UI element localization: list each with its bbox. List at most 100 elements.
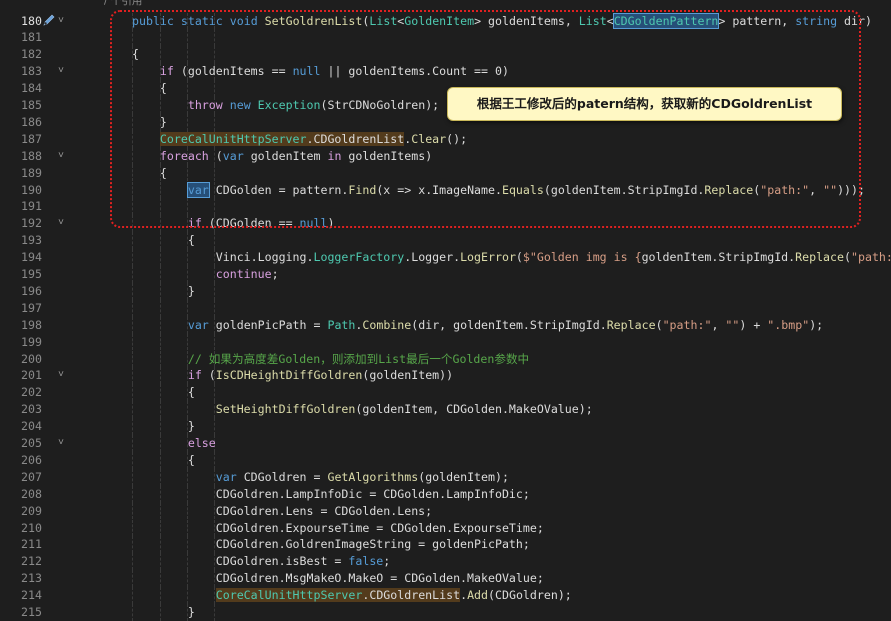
line-number: 192 [21, 216, 42, 231]
indent-guide [132, 333, 133, 351]
code-line[interactable]: 205 ˅ else [0, 435, 891, 452]
indent-guide [132, 198, 133, 216]
line-number: 185 [21, 98, 42, 112]
code-line[interactable]: 198 var goldenPicPath = Path.Combine(dir… [0, 316, 891, 334]
line-number: 182 [21, 47, 42, 62]
code-text[interactable]: if (goldenItems == null || goldenItems.C… [132, 63, 509, 80]
fold-chevron-icon[interactable]: ˅ [56, 435, 66, 452]
indent-guide [214, 333, 215, 351]
code-text[interactable]: continue; [132, 266, 279, 283]
fold-chevron-icon[interactable]: ˅ [56, 148, 66, 165]
code-text[interactable]: CoreCalUnitHttpServer.CDGoldrenList.Clea… [132, 131, 467, 148]
code-text[interactable]: } [132, 283, 195, 300]
code-line[interactable]: 189 { [0, 164, 891, 182]
line-number: 201 [21, 368, 42, 383]
code-line[interactable]: 200 // 如果为高度差Golden，则添加到List最后一个Golden参数… [0, 350, 891, 368]
line-number: 181 [21, 30, 42, 45]
code-line[interactable]: 187 CoreCalUnitHttpServer.CDGoldrenList.… [0, 130, 891, 148]
code-line[interactable]: 213 CDGoldren.MsgMakeO.MakeO = CDGolden.… [0, 570, 891, 588]
code-line[interactable]: 188 ˅ foreach (var goldenItem in goldenIt… [0, 147, 891, 165]
indent-guide [214, 164, 215, 182]
indent-guide [187, 333, 188, 351]
code-line[interactable]: 181 [0, 29, 891, 47]
code-text[interactable]: if (IsCDHeightDiffGoldren(goldenItem)) [132, 367, 453, 384]
indent-guide [214, 232, 215, 250]
code-line[interactable]: 191 [0, 198, 891, 216]
indent-guide [214, 198, 215, 216]
code-text[interactable]: CDGoldren.isBest = false; [132, 553, 391, 570]
code-text[interactable]: SetHeightDiffGoldren(goldenItem, CDGolde… [132, 401, 593, 418]
code-text[interactable]: { [132, 165, 167, 182]
code-text[interactable]: foreach (var goldenItem in goldenItems) [132, 148, 432, 165]
code-text[interactable]: var goldenPicPath = Path.Combine(dir, go… [132, 317, 823, 334]
fold-chevron-icon[interactable]: ˅ [56, 215, 66, 232]
code-line[interactable]: 183 ˅ if (goldenItems == null || goldenIt… [0, 63, 891, 81]
code-line[interactable]: 180 ˅ public static void SetGoldrenList(Li… [0, 12, 891, 30]
code-line[interactable]: 207 var CDGoldren = GetAlgorithms(golden… [0, 468, 891, 486]
code-line[interactable]: 194 Vinci.Logging.LoggerFactory.Logger.L… [0, 249, 891, 266]
code-text[interactable]: if (CDGolden == null) [132, 215, 335, 232]
line-number: 199 [21, 334, 42, 349]
code-line[interactable]: 212 CDGoldren.isBest = false; [0, 553, 891, 571]
code-text[interactable]: } [132, 604, 195, 621]
code-line[interactable]: 206 { [0, 451, 891, 469]
annotation-callout: 根据王工修改后的patern结构，获取新的CDGoldrenList [447, 87, 842, 121]
code-text[interactable]: { [132, 80, 167, 97]
code-text[interactable]: else [132, 435, 216, 452]
code-text[interactable]: var CDGolden = pattern.Find(x => x.Image… [132, 181, 865, 199]
code-text[interactable]: CDGoldren.ExpourseTime = CDGolden.Expour… [132, 520, 544, 537]
code-text[interactable]: public static void SetGoldrenList(List<G… [132, 12, 872, 30]
code-line[interactable]: 203 SetHeightDiffGoldren(goldenItem, CDG… [0, 401, 891, 419]
fold-chevron-icon[interactable]: ˅ [56, 63, 66, 80]
code-line[interactable]: 214 CoreCalUnitHttpServer.CDGoldrenList.… [0, 587, 891, 604]
code-line[interactable]: 190 var CDGolden = pattern.Find(x => x.I… [0, 181, 891, 199]
line-number: 193 [21, 233, 42, 248]
indent-guide [187, 46, 188, 64]
indent-guide [187, 164, 188, 182]
code-text[interactable]: CoreCalUnitHttpServer.CDGoldrenList.Add(… [132, 587, 572, 604]
indent-guide [214, 29, 215, 47]
indent-guide [187, 113, 188, 131]
code-text[interactable]: CDGoldren.MsgMakeO.MakeO = CDGolden.Make… [132, 570, 544, 587]
code-line[interactable]: 208 CDGoldren.LampInfoDic = CDGolden.Lam… [0, 485, 891, 503]
codelens-references[interactable]: / 个引用 [104, 0, 142, 10]
code-line[interactable]: 192 ˅ if (CDGolden == null) [0, 215, 891, 233]
code-line[interactable]: 195 continue; [0, 266, 891, 283]
code-text[interactable]: // 如果为高度差Golden，则添加到List最后一个Golden参数中 [132, 351, 529, 368]
code-line[interactable]: 199 [0, 333, 891, 351]
code-line[interactable]: 182 { [0, 46, 891, 64]
fold-chevron-icon[interactable]: ˅ [56, 367, 66, 384]
code-line[interactable]: 196 } [0, 282, 891, 300]
code-line[interactable]: 210 CDGoldren.ExpourseTime = CDGolden.Ex… [0, 519, 891, 537]
code-line[interactable]: 204 } [0, 418, 891, 435]
line-number: 194 [21, 250, 42, 265]
code-line[interactable]: 209 CDGoldren.Lens = CDGolden.Lens; [0, 502, 891, 520]
code-text[interactable]: CDGoldren.LampInfoDic = CDGolden.LampInf… [132, 486, 530, 503]
code-line[interactable]: 201 ˅ if (IsCDHeightDiffGoldren(goldenIte… [0, 367, 891, 385]
code-text[interactable]: { [132, 46, 139, 63]
code-line[interactable]: 197 [0, 299, 891, 317]
code-text[interactable]: } [132, 418, 195, 435]
line-number: 203 [21, 402, 42, 417]
code-text[interactable]: } [132, 114, 167, 131]
code-text[interactable]: { [132, 384, 195, 401]
line-number: 215 [21, 605, 42, 619]
code-line[interactable]: 215 } [0, 604, 891, 621]
indent-guide [214, 46, 215, 64]
line-number: 195 [21, 267, 42, 281]
indent-guide [214, 113, 215, 131]
code-text[interactable]: { [132, 232, 195, 249]
code-line[interactable]: 211 CDGoldren.GoldrenImageString = golde… [0, 536, 891, 554]
code-line[interactable]: 193 { [0, 232, 891, 250]
fold-chevron-icon[interactable]: ˅ [56, 13, 66, 30]
code-text[interactable]: CDGoldren.GoldrenImageString = goldenPic… [132, 536, 530, 553]
line-number: 202 [21, 385, 42, 400]
code-text[interactable]: var CDGoldren = GetAlgorithms(goldenItem… [132, 469, 509, 486]
code-text[interactable]: CDGoldren.Lens = CDGolden.Lens; [132, 503, 432, 520]
code-text[interactable]: { [132, 452, 195, 469]
line-number: 210 [21, 520, 42, 535]
code-line[interactable]: 202 { [0, 384, 891, 402]
code-text[interactable]: Vinci.Logging.LoggerFactory.Logger.LogEr… [132, 249, 891, 266]
code-text[interactable]: throw new Exception(StrCDNoGoldren); [132, 97, 439, 114]
line-number: 204 [21, 419, 42, 434]
